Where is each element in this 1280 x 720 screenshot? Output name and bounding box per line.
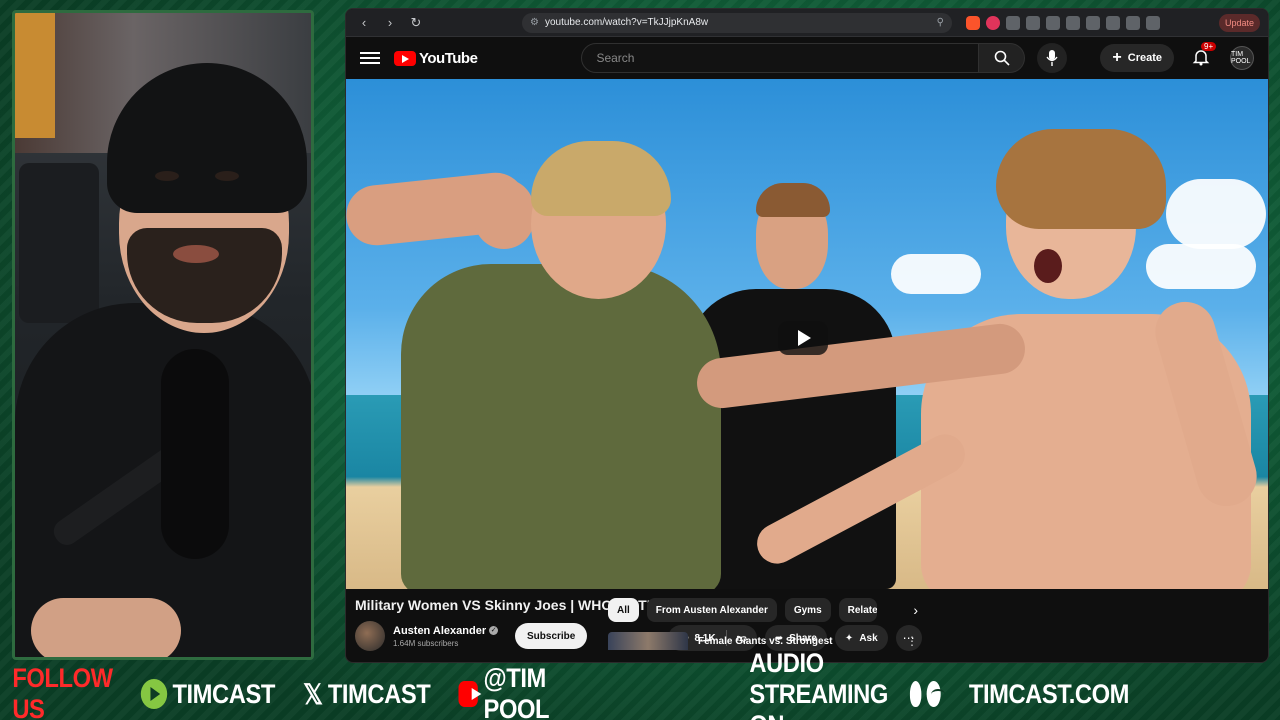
webcam-panel: [12, 10, 314, 660]
video-cloud: [891, 254, 981, 294]
update-button[interactable]: Update: [1218, 13, 1260, 32]
address-bar[interactable]: ⚙ youtube.com/watch?v=TkJJjpKnA8w ⚲: [522, 12, 952, 33]
follow-us-text: FOLLOW US: [12, 663, 113, 720]
url-text: youtube.com/watch?v=TkJJjpKnA8w: [544, 17, 709, 28]
header-actions: + Create 9+ TIM POOL: [1100, 42, 1254, 72]
youtube-header: YouTube + Create 9+ TIM POOL: [346, 37, 1268, 79]
sidebar-icon[interactable]: [1106, 15, 1120, 30]
youtube-handle: @TIM POOL: [458, 663, 562, 720]
browser-toolbar: ‹ › ↻ ⚙ youtube.com/watch?v=TkJJjpKnA8w …: [346, 9, 1268, 37]
microphone: [161, 349, 229, 559]
notifications-button[interactable]: 9+: [1192, 42, 1217, 68]
host-eye-left: [155, 171, 179, 181]
channel-avatar[interactable]: [355, 621, 385, 651]
related-sidebar: All From Austen Alexander Gyms Relate › …: [608, 598, 918, 650]
x-handle-text: TIMCAST: [327, 678, 431, 709]
back-icon[interactable]: ‹: [354, 13, 374, 33]
leo-icon[interactable]: [1146, 15, 1160, 30]
chip-gyms[interactable]: Gyms: [784, 598, 831, 622]
video-boy-hair: [996, 129, 1166, 229]
forward-icon[interactable]: ›: [380, 13, 400, 33]
spotify-icon: [927, 681, 945, 707]
youtube-icon: [458, 681, 482, 707]
x-handle: 𝕏 TIMCAST: [303, 678, 431, 711]
subscriber-count: 1.64M subscribers: [393, 638, 459, 648]
search-icon: [994, 50, 1010, 66]
hamburger-menu-icon[interactable]: [360, 52, 380, 64]
search-bar: [581, 43, 1068, 73]
play-button-icon[interactable]: [778, 321, 828, 355]
reload-icon[interactable]: ↻: [406, 13, 426, 33]
youtube-play-icon: [394, 50, 416, 66]
apple-icon: [910, 681, 922, 707]
create-label: Create: [1127, 52, 1162, 64]
account-avatar[interactable]: TIM POOL: [1230, 46, 1254, 70]
verified-check-icon: ✓: [489, 626, 499, 635]
notification-count-badge: 9+: [1201, 42, 1217, 51]
browser-window: ‹ › ↻ ⚙ youtube.com/watch?v=TkJJjpKnA8w …: [345, 8, 1269, 663]
site-settings-icon[interactable]: ⚙: [530, 17, 539, 28]
video-woman-shirt: [401, 264, 721, 589]
video-player[interactable]: [346, 79, 1268, 589]
chip-from-channel[interactable]: From Austen Alexander: [646, 598, 777, 622]
x-logo-icon: 𝕏: [303, 678, 323, 710]
video-boy-mouth: [1034, 249, 1062, 283]
filter-chips: All From Austen Alexander Gyms Relate ›: [608, 598, 918, 622]
voice-search-button[interactable]: [1037, 43, 1068, 73]
wallet-icon[interactable]: [1126, 15, 1140, 30]
recommended-thumbnail[interactable]: [608, 632, 688, 650]
chip-related[interactable]: Relate: [838, 598, 877, 622]
chip-all[interactable]: All: [608, 598, 639, 622]
extension-icon[interactable]: [1026, 15, 1040, 30]
youtube-logo[interactable]: YouTube: [394, 49, 478, 67]
rumble-handle: TIMCAST: [140, 678, 275, 710]
audio-streaming-text: AUDIO STREAMING ON: [749, 647, 888, 720]
extension-icon[interactable]: [1006, 15, 1020, 30]
youtube-handle-text: @TIM POOL: [483, 663, 550, 720]
video-cloud: [1166, 179, 1266, 249]
youtube-logo-text: YouTube: [419, 49, 478, 67]
extensions-group: [966, 15, 1160, 30]
recommended-title[interactable]: Female Giants vs. Strongest: [698, 636, 896, 647]
host-eye-right: [215, 171, 239, 181]
search-button[interactable]: [979, 43, 1026, 73]
plus-icon: +: [1112, 49, 1122, 66]
video-woman-fist: [474, 179, 534, 249]
rumble-handle-text: TIMCAST: [172, 678, 275, 709]
search-input[interactable]: [581, 43, 980, 73]
create-button[interactable]: + Create: [1100, 44, 1174, 72]
brave-rewards-icon[interactable]: [986, 15, 1000, 30]
audio-streaming: AUDIO STREAMING ON: [749, 647, 945, 720]
zoom-icon[interactable]: ⚲: [937, 17, 944, 28]
bottom-ticker: FOLLOW US TIMCAST 𝕏 TIMCAST @TIM POOL AU…: [0, 648, 1130, 720]
brave-shield-icon[interactable]: [966, 15, 980, 30]
rumble-icon: [140, 679, 168, 709]
microphone-icon: [1046, 50, 1059, 66]
download-icon[interactable]: [1086, 15, 1100, 30]
subscribe-button[interactable]: Subscribe: [515, 623, 588, 649]
video-cloud: [1146, 244, 1256, 289]
site-url: TIMCAST.COM: [968, 678, 1130, 709]
channel-meta: Austen Alexander ✓ 1.64M subscribers: [393, 625, 505, 648]
cam-shelf: [15, 13, 55, 138]
channel-name[interactable]: Austen Alexander ✓: [393, 625, 505, 637]
vertical-dots-icon[interactable]: ⋮: [906, 634, 918, 648]
chevron-right-icon[interactable]: ›: [913, 602, 918, 618]
cam-chair: [19, 163, 99, 323]
host-hand: [31, 598, 181, 657]
puzzle-icon[interactable]: [1066, 15, 1080, 30]
video-woman-hair: [531, 141, 671, 216]
video-man-hair: [756, 183, 830, 217]
extension-icon[interactable]: [1046, 15, 1060, 30]
channel-name-text: Austen Alexander: [393, 624, 487, 637]
host-mouth: [173, 245, 219, 263]
